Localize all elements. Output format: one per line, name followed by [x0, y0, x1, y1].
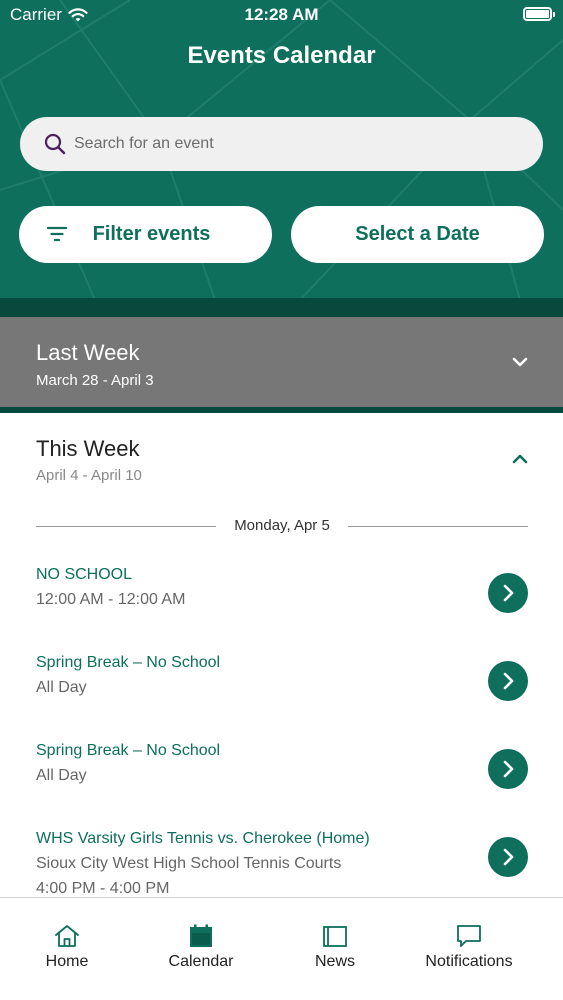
event-item[interactable]: WHS Varsity Girls Tennis vs. Cherokee (H… — [0, 804, 563, 897]
event-detail-button[interactable] — [488, 749, 528, 789]
event-item[interactable]: Spring Break – No School All Day — [0, 628, 563, 716]
event-detail-button[interactable] — [488, 661, 528, 701]
news-icon — [323, 926, 347, 947]
tab-label: News — [314, 953, 355, 970]
filter-events-button[interactable]: Filter events — [19, 206, 272, 263]
event-name: Spring Break – No School — [36, 742, 221, 759]
section-date-range: March 28 - April 3 — [36, 372, 154, 389]
event-location: Sioux City West High School Tennis Court… — [36, 855, 342, 872]
select-date-label: Select a Date — [355, 223, 480, 245]
tab-news[interactable]: News — [265, 898, 405, 988]
select-date-button[interactable]: Select a Date — [291, 206, 544, 263]
tab-calendar[interactable]: Calendar — [131, 898, 271, 988]
section-date-range: April 4 - April 10 — [36, 467, 142, 484]
chevron-right-icon — [503, 672, 514, 690]
event-time: All Day — [36, 767, 87, 784]
chevron-right-icon — [503, 584, 514, 602]
event-name: Spring Break – No School — [36, 654, 221, 671]
event-name: NO SCHOOL — [36, 566, 133, 583]
search-input[interactable] — [74, 135, 494, 153]
event-list: NO SCHOOL 12:00 AM - 12:00 AM Spring Bre… — [0, 540, 563, 898]
status-bar: Carrier 12:28 AM — [0, 0, 563, 30]
event-time: 12:00 AM - 12:00 AM — [36, 591, 186, 608]
header-divider — [0, 298, 563, 317]
chevron-right-icon — [503, 760, 514, 778]
battery-icon — [523, 7, 555, 21]
tab-bar: Home Calendar News Notifications — [0, 897, 563, 1000]
search-bar[interactable] — [20, 117, 543, 171]
event-time: All Day — [36, 679, 87, 696]
page-title: Events Calendar — [187, 42, 376, 69]
chevron-up-icon[interactable] — [512, 454, 528, 464]
tab-label: Notifications — [425, 953, 513, 970]
chat-bubble-icon — [457, 925, 481, 947]
home-icon — [55, 925, 79, 947]
tab-home[interactable]: Home — [0, 898, 137, 988]
chevron-right-icon — [503, 848, 514, 866]
event-item[interactable]: Spring Break – No School All Day — [0, 716, 563, 804]
event-name: WHS Varsity Girls Tennis vs. Cherokee (H… — [36, 830, 370, 847]
event-item[interactable]: NO SCHOOL 12:00 AM - 12:00 AM — [0, 540, 563, 628]
section-title: Last Week — [36, 340, 140, 365]
section-last-week[interactable]: Last Week March 28 - April 3 — [0, 317, 563, 407]
event-detail-button[interactable] — [488, 837, 528, 877]
event-time: 4:00 PM - 4:00 PM — [36, 880, 170, 897]
chevron-down-icon[interactable] — [512, 357, 528, 367]
search-icon — [44, 133, 66, 155]
tab-label: Home — [45, 953, 89, 970]
status-time: 12:28 AM — [244, 5, 319, 24]
section-title[interactable]: This Week — [36, 436, 140, 462]
tab-notifications[interactable]: Notifications — [399, 898, 539, 988]
tab-label: Calendar — [168, 953, 234, 970]
filter-icon — [47, 226, 67, 242]
calendar-icon — [190, 924, 212, 947]
filter-events-label: Filter events — [92, 223, 211, 245]
day-header: Monday, Apr 5 — [36, 516, 528, 536]
section-divider — [0, 407, 563, 413]
header: Carrier 12:28 AM Events Calendar Filter … — [0, 0, 563, 300]
event-detail-button[interactable] — [488, 573, 528, 613]
